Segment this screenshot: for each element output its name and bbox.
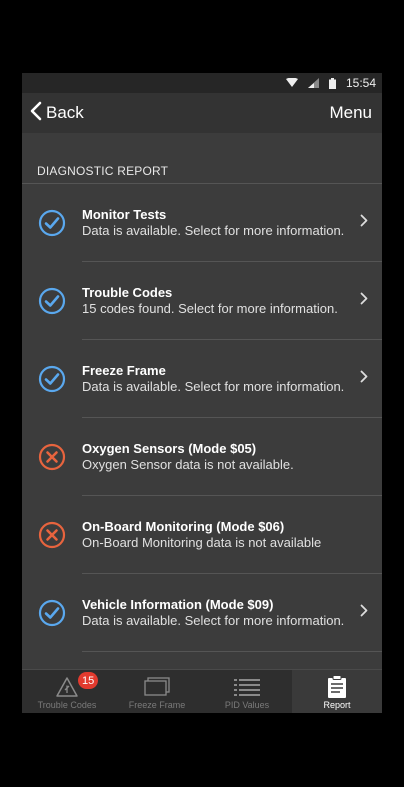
signal-icon [307, 78, 319, 88]
check-circle-icon [22, 209, 82, 237]
report-item-text: Trouble Codes 15 codes found. Select for… [82, 285, 382, 317]
tab-label: Trouble Codes [37, 700, 97, 710]
report-item-text: Oxygen Sensors (Mode $05) Oxygen Sensor … [82, 441, 382, 473]
report-item-title: Freeze Frame [82, 363, 166, 378]
report-item-subtitle: On-Board Monitoring data is not availabl… [82, 535, 322, 550]
clipboard-icon [327, 674, 347, 700]
x-circle-icon [22, 443, 82, 471]
report-item-subtitle: Data is available. Select for more infor… [82, 379, 345, 394]
nav-bar: Back Menu [22, 93, 382, 133]
report-item-subtitle: 15 codes found. Select for more informat… [82, 301, 338, 316]
report-item-vehicle-information-mode-09[interactable]: Vehicle Information (Mode $09) Data is a… [22, 574, 382, 652]
status-bar: 15:54 [22, 73, 382, 93]
chevron-right-icon [360, 370, 368, 388]
tab-bar: Trouble Codes 15 Freeze Frame PID Values… [22, 669, 382, 713]
report-item-oxygen-sensors-mode-05[interactable]: Oxygen Sensors (Mode $05) Oxygen Sensor … [22, 418, 382, 496]
report-item-freeze-frame[interactable]: Freeze Frame Data is available. Select f… [22, 340, 382, 418]
menu-button[interactable]: Menu [329, 103, 372, 123]
battery-icon [328, 77, 336, 89]
tab-trouble-codes[interactable]: Trouble Codes 15 [22, 670, 112, 713]
report-item-text: Freeze Frame Data is available. Select f… [82, 363, 382, 395]
list-icon [234, 674, 260, 700]
notification-badge: 15 [78, 672, 99, 689]
check-circle-icon [22, 287, 82, 315]
chevron-right-icon [360, 214, 368, 232]
back-label: Back [46, 103, 84, 122]
report-list: Monitor Tests Data is available. Select … [22, 183, 382, 652]
tab-label: PID Values [224, 700, 270, 710]
report-item-text: Vehicle Information (Mode $09) Data is a… [82, 597, 382, 629]
app-screen: 15:54 Back Menu DIAGNOSTIC REPORT Monito… [22, 73, 382, 713]
report-item-title: Trouble Codes [82, 285, 173, 300]
report-item-title: Monitor Tests [82, 207, 167, 222]
report-item-title: Vehicle Information (Mode $09) [82, 597, 274, 612]
tab-label: Report [323, 700, 351, 710]
tab-label: Freeze Frame [128, 700, 186, 710]
report-item-subtitle: Data is available. Select for more infor… [82, 223, 345, 238]
warning-icon [55, 674, 79, 700]
report-item-subtitle: Data is available. Select for more infor… [82, 613, 345, 628]
report-item-title: On-Board Monitoring (Mode $06) [82, 519, 285, 534]
chevron-right-icon [360, 604, 368, 622]
report-item-title: Oxygen Sensors (Mode $05) [82, 441, 257, 456]
tab-pid-values[interactable]: PID Values [202, 670, 292, 713]
report-item-on-board-monitoring-mode-06[interactable]: On-Board Monitoring (Mode $06) On-Board … [22, 496, 382, 574]
frame-icon [143, 674, 171, 700]
x-circle-icon [22, 521, 82, 549]
chevron-left-icon [30, 101, 42, 126]
back-button[interactable]: Back [30, 101, 84, 126]
tab-freeze-frame[interactable]: Freeze Frame [112, 670, 202, 713]
status-time: 15:54 [345, 76, 376, 90]
report-item-text: On-Board Monitoring (Mode $06) On-Board … [82, 519, 382, 551]
check-circle-icon [22, 365, 82, 393]
report-item-trouble-codes[interactable]: Trouble Codes 15 codes found. Select for… [22, 262, 382, 340]
chevron-right-icon [360, 292, 368, 310]
tab-report[interactable]: Report [292, 670, 382, 713]
screen-bottom-edge [22, 713, 382, 760]
report-item-monitor-tests[interactable]: Monitor Tests Data is available. Select … [22, 184, 382, 262]
report-item-subtitle: Oxygen Sensor data is not available. [82, 457, 294, 472]
check-circle-icon [22, 599, 82, 627]
section-title: DIAGNOSTIC REPORT [37, 164, 169, 178]
wifi-icon [285, 78, 298, 88]
report-item-text: Monitor Tests Data is available. Select … [82, 207, 382, 239]
